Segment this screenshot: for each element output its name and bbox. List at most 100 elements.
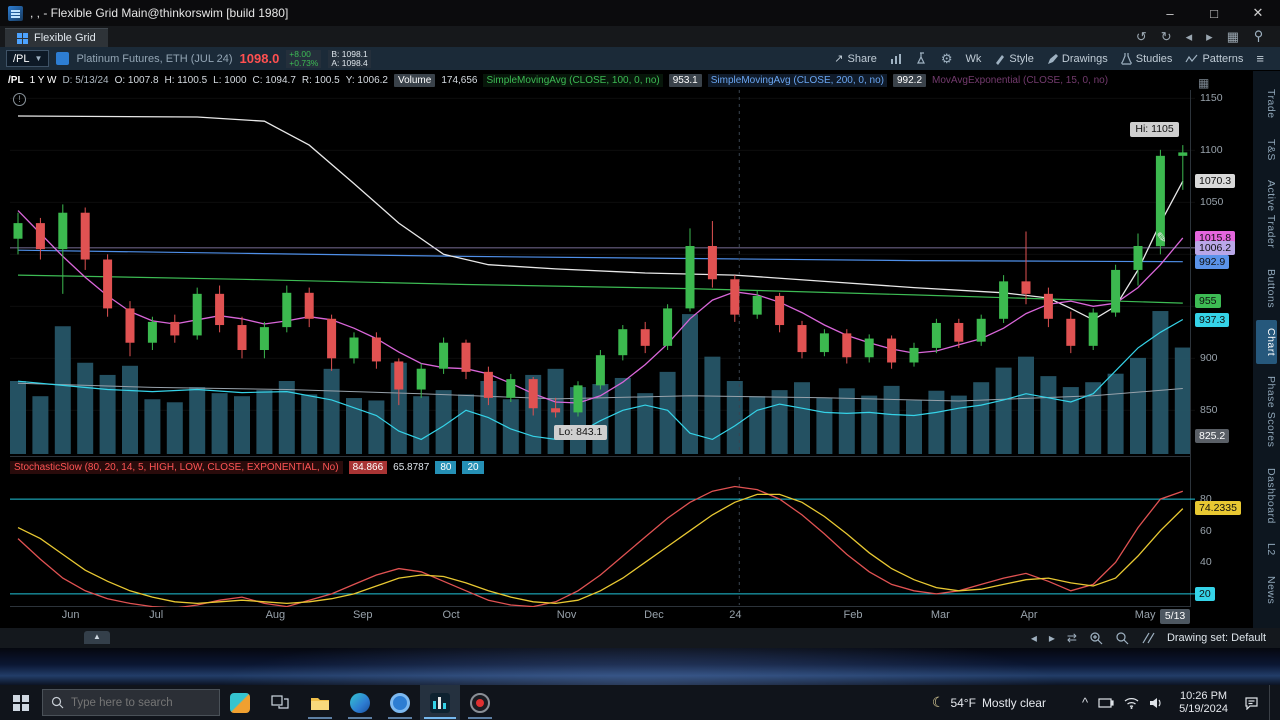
- pan-right-icon[interactable]: ▸: [1049, 631, 1055, 645]
- recorder-app-icon[interactable]: [460, 685, 500, 720]
- stoch-d-value: 65.8787: [393, 462, 430, 473]
- sidebar-tab-news[interactable]: News: [1256, 568, 1277, 612]
- stoch-canvas: [10, 477, 1195, 609]
- weather-widget[interactable]: ☾ 54°F Mostly clear: [932, 694, 1046, 711]
- taskbar-clock[interactable]: 10:26 PM 5/19/2024: [1173, 690, 1234, 716]
- sidebar-tab-active-trader[interactable]: Active Trader: [1256, 172, 1277, 256]
- taskbar-search[interactable]: [42, 689, 220, 716]
- x-axis-label: 24: [729, 609, 742, 621]
- style-button[interactable]: Style: [994, 53, 1034, 65]
- redo-icon[interactable]: ↻: [1161, 29, 1172, 45]
- maximize-button[interactable]: □: [1192, 0, 1236, 26]
- share-icon: ↗: [834, 53, 844, 65]
- wifi-icon[interactable]: [1124, 697, 1139, 709]
- file-explorer-icon[interactable]: [300, 685, 340, 720]
- low-marker-label: Lo: 843.1: [553, 425, 608, 441]
- sidebar-tab-chart[interactable]: Chart: [1256, 319, 1277, 365]
- dataline-symbol: /PL: [8, 74, 24, 86]
- symbol-link-icon[interactable]: [56, 52, 70, 65]
- stoch-SlowD: [17, 493, 1184, 605]
- undo-icon[interactable]: ↺: [1136, 29, 1147, 45]
- high-marker-label: Hi: 1105: [1130, 122, 1179, 138]
- share-button[interactable]: ↗ Share: [834, 52, 877, 66]
- price-axis-tick: 900: [1200, 352, 1218, 365]
- forward-icon[interactable]: ▸: [1206, 29, 1213, 45]
- main-chart-canvas: [10, 90, 1195, 454]
- dataline-date: D: 5/13/24: [62, 74, 109, 86]
- stoch-panel[interactable]: [10, 477, 1195, 609]
- grid-layout-icon[interactable]: ▦: [1227, 29, 1239, 45]
- zoom-in-icon[interactable]: [1089, 631, 1103, 645]
- ask-price: A: 1098.4: [328, 58, 371, 68]
- tab-label: Flexible Grid: [34, 32, 96, 44]
- x-axis-label: Mar: [930, 609, 950, 621]
- desktop-wallpaper: [0, 648, 1280, 685]
- price-axis-label: 1070.3: [1195, 174, 1236, 189]
- window-title: , , - Flexible Grid Main@thinkorswim [bu…: [30, 6, 289, 20]
- maximize-cell-icon[interactable]: ▦: [1198, 76, 1209, 90]
- sidebar-tab-t-s[interactable]: T&S: [1256, 131, 1277, 169]
- x-axis-label: Oct: [442, 609, 460, 621]
- sidebar-tab-l2[interactable]: L2: [1256, 535, 1277, 564]
- beaker-icon[interactable]: [916, 52, 928, 65]
- battery-icon[interactable]: [1098, 697, 1114, 709]
- x-axis-label: Feb: [843, 609, 863, 621]
- sidebar-tab-dashboard[interactable]: Dashboard: [1256, 460, 1277, 532]
- dataline-yvalue: Y: 1006.2: [345, 74, 388, 86]
- studies-button[interactable]: Studies: [1121, 52, 1172, 65]
- sidebar-tab-phase-scores[interactable]: Phase Scores: [1256, 368, 1277, 455]
- task-view-icon[interactable]: [260, 685, 300, 720]
- drawing-set-label[interactable]: Drawing set: Default: [1167, 632, 1266, 644]
- stoch-study-label[interactable]: StochasticSlow (80, 20, 14, 5, HIGH, LOW…: [10, 461, 343, 474]
- thinkorswim-app-icon[interactable]: [420, 685, 460, 720]
- drawer-handle[interactable]: ▲: [84, 631, 110, 644]
- main-chart[interactable]: [10, 90, 1195, 456]
- symbol-input[interactable]: /PL ▼: [6, 50, 50, 67]
- study3-label[interactable]: MovAvgExponential (CLOSE, 15, 0, no): [932, 75, 1108, 86]
- search-input[interactable]: [71, 696, 201, 709]
- chrome-browser-icon[interactable]: [380, 685, 420, 720]
- minimize-button[interactable]: –: [1148, 0, 1192, 26]
- start-button[interactable]: [0, 685, 42, 720]
- price-axis-label: 955: [1195, 294, 1221, 309]
- dataline-low: L: 1000: [213, 74, 247, 86]
- gear-icon[interactable]: ⚙: [941, 51, 953, 67]
- pin-icon[interactable]: [1253, 30, 1264, 43]
- pan-left-icon[interactable]: ◂: [1031, 631, 1037, 645]
- study2-label[interactable]: SimpleMovingAvg (CLOSE, 200, 0, no): [707, 73, 887, 87]
- stoch-overbought-value: 80: [435, 461, 457, 474]
- back-icon[interactable]: ◂: [1186, 29, 1193, 45]
- close-button[interactable]: ✕: [1236, 0, 1280, 26]
- chart-settings-icon[interactable]: [890, 53, 903, 65]
- dataline-close: C: 1094.7: [252, 74, 296, 86]
- zoom-out-icon[interactable]: [1115, 631, 1129, 645]
- sidebar-tab-buttons[interactable]: Buttons: [1256, 261, 1277, 316]
- tab-flexible-grid[interactable]: Flexible Grid: [5, 28, 108, 47]
- sidebar-tab-trade[interactable]: Trade: [1256, 81, 1277, 127]
- stoch-axis-tick: 60: [1200, 524, 1212, 537]
- show-desktop-button[interactable]: [1269, 685, 1274, 720]
- edge-browser-icon[interactable]: [340, 685, 380, 720]
- flask-icon: [1121, 53, 1132, 65]
- x-axis-date-chip: 5/13: [1159, 609, 1191, 624]
- menu-icon[interactable]: ≡: [1256, 51, 1264, 66]
- study1-label[interactable]: SimpleMovingAvg (CLOSE, 100, 0, no): [483, 73, 663, 87]
- paint-app-icon[interactable]: [220, 685, 260, 720]
- speaker-icon[interactable]: [1149, 697, 1163, 709]
- pattern-tool-icon[interactable]: [1141, 632, 1155, 644]
- timeframe-button[interactable]: Wk: [966, 53, 982, 65]
- tray-expand-icon[interactable]: ^: [1082, 695, 1088, 710]
- swap-icon[interactable]: ⇄: [1067, 631, 1077, 645]
- price-axis-label: 1006.2: [1195, 240, 1236, 255]
- time-axis[interactable]: Jun Jul Aug Sep Oct Nov Dec 24 Feb Mar Apr May 5/13: [0, 609, 1280, 627]
- alert-icon[interactable]: !: [13, 93, 26, 106]
- price-axis[interactable]: 1150 1100 1050 900 850 1070.3 1015.8 1006.2 992.…: [1192, 90, 1252, 456]
- workspace-tab-bar: Flexible Grid ↺ ↻ ◂ ▸ ▦: [0, 26, 1280, 47]
- patterns-button[interactable]: Patterns: [1185, 53, 1243, 65]
- drawings-button[interactable]: Drawings: [1047, 53, 1108, 65]
- action-center-icon[interactable]: [1244, 696, 1259, 710]
- stoch-axis[interactable]: 8060402074.233520: [1192, 477, 1252, 607]
- clock-date: 5/19/2024: [1179, 702, 1228, 715]
- zigzag-icon: [1185, 54, 1198, 63]
- clock-time: 10:26 PM: [1179, 689, 1228, 702]
